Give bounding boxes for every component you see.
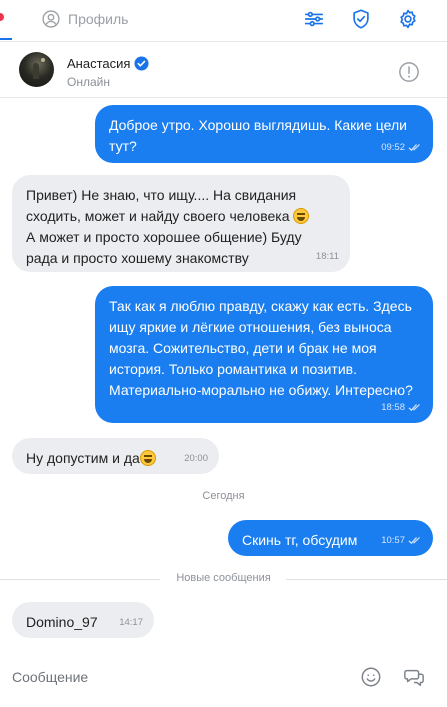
- message-text: Скинь тг, обсудим: [242, 532, 358, 548]
- new-messages-separator: Новые сообщения: [0, 572, 447, 586]
- header-divider: [0, 97, 447, 98]
- double-check-icon: [408, 144, 420, 152]
- contact-name-text: Анастасия: [67, 56, 131, 71]
- tab-profile-label: Профиль: [68, 11, 129, 27]
- message-time: 14:17: [119, 617, 143, 628]
- message-time: 18:11: [315, 251, 339, 262]
- message-time: 09:52: [381, 142, 405, 153]
- chat-bubbles-icon[interactable]: [403, 666, 425, 688]
- message-incoming[interactable]: Ну допустим и да 20:00: [12, 438, 219, 474]
- date-separator: Сегодня: [202, 490, 245, 502]
- message-meta: 09:52: [381, 137, 422, 158]
- message-meta: 18:58: [381, 397, 422, 418]
- message-input[interactable]: [12, 666, 342, 688]
- verified-badge-icon: [134, 56, 149, 71]
- gear-icon[interactable]: [397, 8, 419, 30]
- message-time: 20:00: [184, 453, 208, 464]
- active-tab-indicator: [0, 38, 12, 40]
- new-messages-label: Новые сообщения: [176, 572, 271, 584]
- emoji-icon[interactable]: [360, 666, 382, 688]
- user-circle-icon: [42, 10, 60, 28]
- double-check-icon: [408, 537, 420, 545]
- message-meta: 20:00: [184, 448, 208, 469]
- grinning-sweat-emoji-icon: [139, 450, 156, 466]
- avatar[interactable]: [19, 52, 54, 87]
- message-outgoing[interactable]: Так как я люблю правду, скажу как есть. …: [95, 286, 433, 423]
- double-check-icon: [408, 404, 420, 412]
- message-incoming[interactable]: Domino_97 14:17: [12, 602, 154, 638]
- contact-status: Онлайн: [67, 75, 110, 89]
- sliders-icon[interactable]: [303, 8, 325, 30]
- message-text-continued: А может и просто хорошее общение) Буду р…: [26, 229, 302, 266]
- top-navigation-bar: Профиль: [0, 0, 447, 40]
- message-outgoing[interactable]: Доброе утро. Хорошо выглядишь. Какие цел…: [95, 105, 433, 163]
- message-composer: [0, 650, 447, 707]
- smiling-face-emoji-icon: [293, 208, 310, 224]
- message-time: 10:57: [381, 535, 405, 546]
- chat-header: Анастасия Онлайн: [0, 42, 447, 98]
- shield-check-icon[interactable]: [350, 8, 372, 30]
- report-alert-icon[interactable]: [398, 61, 420, 83]
- message-outgoing[interactable]: Скинь тг, обсудим 10:57: [228, 520, 433, 556]
- contact-name[interactable]: Анастасия: [67, 56, 149, 71]
- message-text: Привет) Не знаю, что ищу.... На свидания…: [26, 187, 297, 224]
- message-text: Так как я люблю правду, скажу как есть. …: [109, 298, 413, 398]
- message-time: 18:58: [381, 402, 405, 413]
- message-meta: 10:57: [381, 530, 422, 551]
- message-text: Domino_97: [26, 614, 98, 630]
- message-text: Ну допустим и да: [26, 450, 140, 466]
- tab-profile[interactable]: Профиль: [41, 8, 128, 30]
- message-meta: 14:17: [119, 612, 143, 633]
- message-meta: 18:11: [316, 246, 339, 267]
- message-text: Доброе утро. Хорошо выглядишь. Какие цел…: [109, 117, 407, 154]
- message-incoming[interactable]: Привет) Не знаю, что ищу.... На свидания…: [12, 175, 350, 272]
- notification-dot: [0, 13, 4, 21]
